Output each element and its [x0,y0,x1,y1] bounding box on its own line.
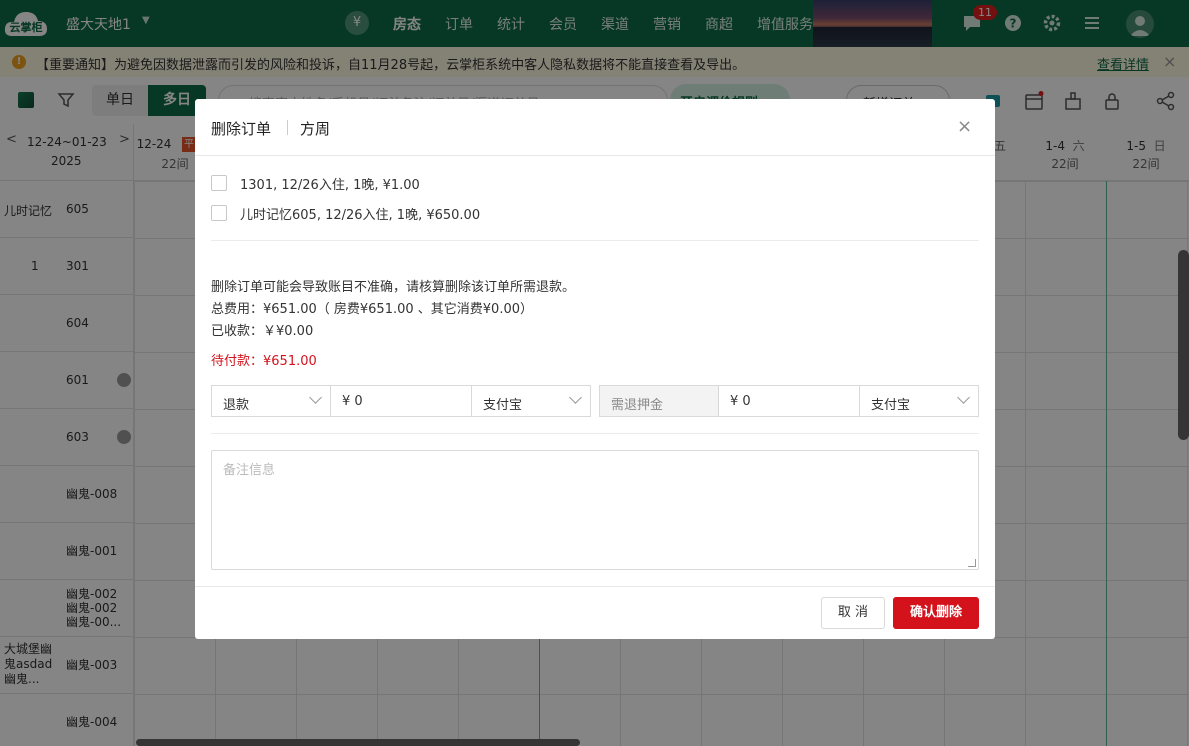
received-amount: 已收款：￥¥0.00 [211,324,314,339]
refund-row: 退款 ¥ 0 支付宝 [211,385,591,417]
divider [211,433,979,434]
resize-handle[interactable] [968,559,976,567]
guest-name: 方周 [300,120,331,138]
deposit-row: 需退押金 ¥ 0 支付宝 [599,385,979,417]
order-label: 1301, 12/26入住, 1晚, ¥1.00 [240,178,420,193]
deposit-amount-input[interactable]: ¥ 0 [718,385,860,417]
refund-amount-input[interactable]: ¥ 0 [330,385,472,417]
deposit-label: 需退押金 [599,385,719,417]
order-checkbox[interactable] [211,205,227,221]
cancel-button[interactable]: 取 消 [821,597,885,629]
close-icon[interactable]: × [957,116,972,137]
divider [287,120,288,135]
total-fee: 总费用：¥651.00（ 房费¥651.00 、其它消费¥0.00） [211,302,533,317]
delete-order-dialog: 删除订单 方周 × 1301, 12/26入住, 1晚, ¥1.00 儿时记忆6… [195,99,995,639]
order-label: 儿时记忆605, 12/26入住, 1晚, ¥650.00 [240,208,481,223]
chevron-down-icon [569,391,582,404]
dialog-header: 删除订单 方周 × [195,99,995,156]
refund-type-select[interactable]: 退款 [211,385,331,417]
remark-textarea[interactable]: 备注信息 [211,450,979,570]
chevron-down-icon [309,391,322,404]
refund-method-select[interactable]: 支付宝 [471,385,591,417]
dialog-footer: 取 消 确认删除 [195,586,995,639]
dialog-title: 删除订单 [211,120,272,138]
confirm-delete-button[interactable]: 确认删除 [893,597,979,629]
chevron-down-icon [957,391,970,404]
warning-text: 删除订单可能会导致账目不准确，请核算删除该订单所需退款。 [211,280,576,295]
pending-amount: 待付款：¥651.00 [211,354,317,369]
remark-placeholder: 备注信息 [223,463,276,478]
divider [211,240,979,241]
deposit-method-select[interactable]: 支付宝 [859,385,979,417]
order-checkbox[interactable] [211,175,227,191]
